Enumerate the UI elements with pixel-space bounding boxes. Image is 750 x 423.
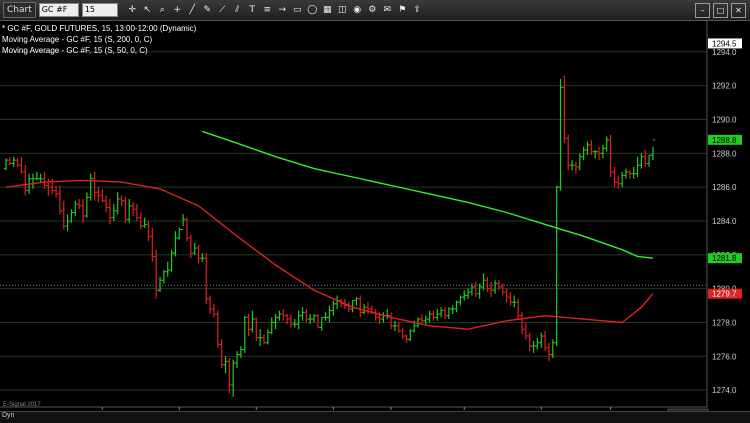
text-icon[interactable]: T xyxy=(247,5,258,16)
ray-icon[interactable]: ⟋ xyxy=(217,5,228,16)
line-icon[interactable]: ╱ xyxy=(187,5,198,16)
symbol-input[interactable] xyxy=(38,3,79,17)
arrow-icon[interactable]: → xyxy=(277,5,288,16)
legend-ma50[interactable]: Moving Average - GC #F, 15 (S, 50, 0, C) xyxy=(2,45,196,56)
crosshair-icon[interactable]: ✛ xyxy=(127,5,138,16)
y-tick-label: 1294.0 xyxy=(712,48,737,57)
fibonacci-icon[interactable]: ≡ xyxy=(262,5,273,16)
close-icon[interactable]: ✕ xyxy=(731,3,746,18)
chart-title: * GC #F, GOLD FUTURES, 15, 13:00-12:00 (… xyxy=(2,24,197,33)
y-tick-label: 1290.0 xyxy=(712,116,737,125)
price-marker-label: 1279.7 xyxy=(712,290,737,299)
alert-icon[interactable]: ⚑ xyxy=(397,5,408,16)
grid-icon[interactable]: ▦ xyxy=(322,5,333,16)
window-controls: – □ ✕ xyxy=(695,3,746,18)
status-bar xyxy=(0,411,750,423)
layers-icon[interactable]: ◫ xyxy=(337,5,348,16)
dynamic-label: Dyn xyxy=(2,412,15,419)
pencil-icon[interactable]: ✎ xyxy=(202,5,213,16)
chart-toolbar: Chart ✛ ↖ ⌕ + ╱ ✎ ⟋ ⫽ T ≡ → ▭ ◯ ▦ ◫ ◉ ⚙ … xyxy=(0,0,750,21)
y-tick-label: 1288.0 xyxy=(712,149,737,158)
drawing-tools: ✛ ↖ ⌕ + ╱ ✎ ⟋ ⫽ T ≡ → ▭ ◯ ▦ ◫ ◉ ⚙ ✉ ⚑ ⇪ xyxy=(127,5,423,16)
y-tick-label: 1278.0 xyxy=(712,318,737,327)
chart-legend: * GC #F, GOLD FUTURES, 15, 13:00-12:00 (… xyxy=(2,23,196,56)
price-marker-label: 1288.8 xyxy=(712,136,737,145)
y-tick-label: 1274.0 xyxy=(712,386,737,395)
chart-window: 1274.01276.01278.01280.01282.01284.01286… xyxy=(0,0,750,423)
chat-icon[interactable]: ✉ xyxy=(382,5,393,16)
plus-icon[interactable]: + xyxy=(172,5,183,16)
ellipse-icon[interactable]: ◯ xyxy=(307,5,318,16)
eye-icon[interactable]: ◉ xyxy=(352,5,363,16)
zoom-icon[interactable]: ⌕ xyxy=(157,5,168,16)
chart-menu-button[interactable]: Chart xyxy=(3,2,36,18)
channel-icon[interactable]: ⫽ xyxy=(232,5,243,16)
price-marker-label: 1281.8 xyxy=(712,254,737,263)
y-tick-label: 1284.0 xyxy=(712,217,737,226)
export-icon[interactable]: ⇪ xyxy=(412,5,423,16)
plot-background xyxy=(0,21,750,411)
legend-ma200[interactable]: Moving Average - GC #F, 15 (S, 200, 0, C… xyxy=(2,34,196,45)
watermark-text: E-Signal 2017 xyxy=(3,402,41,408)
price-marker-label: 1294.5 xyxy=(712,39,737,48)
y-tick-label: 1292.0 xyxy=(712,82,737,91)
rectangle-icon[interactable]: ▭ xyxy=(292,5,303,16)
y-tick-label: 1286.0 xyxy=(712,183,737,192)
y-tick-label: 1276.0 xyxy=(712,352,737,361)
chart-canvas[interactable]: 1274.01276.01278.01280.01282.01284.01286… xyxy=(0,0,750,422)
cursor-icon[interactable]: ↖ xyxy=(142,5,153,16)
maximize-icon[interactable]: □ xyxy=(713,3,728,18)
minimize-icon[interactable]: – xyxy=(695,3,710,18)
settings-icon[interactable]: ⚙ xyxy=(367,5,378,16)
interval-input[interactable] xyxy=(81,3,118,17)
